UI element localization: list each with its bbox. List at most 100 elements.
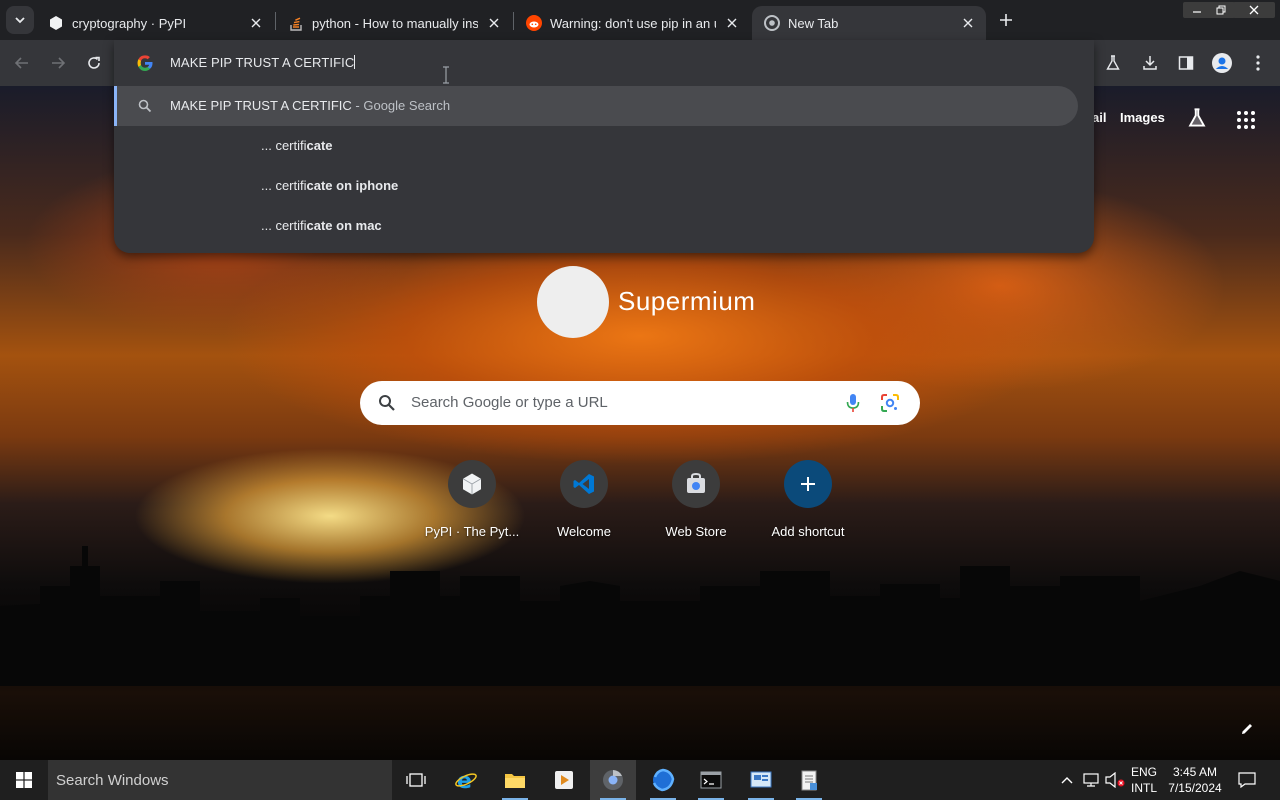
address-bar[interactable]: MAKE PIP TRUST A CERTIFIC	[114, 40, 1094, 86]
suggestion-item[interactable]: ... certificate on iphone	[114, 166, 1078, 206]
start-button[interactable]	[0, 760, 48, 800]
apps-grid-icon[interactable]	[1236, 110, 1256, 130]
labs-flask-icon[interactable]	[1187, 108, 1207, 128]
search-icon	[138, 99, 152, 113]
tab-new-tab[interactable]: New Tab	[752, 6, 986, 40]
city-skyline-silhouette	[0, 546, 1280, 686]
customize-button[interactable]	[1236, 718, 1258, 740]
taskbar: Search Windows e ENG INTL 3:45 AM 7/15/2…	[0, 760, 1280, 800]
search-placeholder: Search Google or type a URL	[411, 394, 608, 411]
close-icon	[1249, 5, 1259, 15]
tab-stackoverflow[interactable]: python - How to manually install	[276, 6, 512, 40]
vscode-icon	[573, 474, 594, 494]
taskbar-firefox[interactable]	[640, 760, 686, 800]
suggestion-completion: cate	[306, 138, 333, 153]
close-icon[interactable]	[960, 15, 976, 31]
close-icon[interactable]	[724, 15, 740, 31]
taskbar-control-panel[interactable]	[738, 760, 784, 800]
pypi-cube-icon	[48, 15, 64, 31]
taskbar-media-player[interactable]	[541, 760, 587, 800]
suggestion-prefix: ... certifi	[261, 218, 307, 233]
pypi-cube-icon	[462, 473, 482, 495]
task-view-button[interactable]	[393, 760, 439, 800]
tab-search-button[interactable]	[6, 6, 34, 34]
suggestion-search[interactable]: MAKE PIP TRUST A CERTIFIC - Google Searc…	[114, 86, 1078, 126]
show-hidden-icons-button[interactable]	[1058, 760, 1076, 800]
chevron-down-icon	[15, 17, 25, 24]
shortcut-tile	[784, 460, 832, 508]
gmail-link[interactable]: ail	[1092, 110, 1106, 125]
labs-button[interactable]	[1100, 50, 1126, 76]
browser-icon	[603, 770, 623, 790]
downloads-button[interactable]	[1137, 50, 1163, 76]
suggestion-completion: cate on mac	[306, 218, 382, 233]
shortcut-welcome[interactable]: Welcome	[528, 458, 640, 548]
restore-button[interactable]	[1207, 2, 1235, 18]
internet-explorer-icon: e	[455, 769, 477, 792]
forward-button[interactable]	[45, 50, 71, 76]
svg-text:e: e	[457, 769, 472, 792]
input-language[interactable]: ENG INTL	[1128, 764, 1160, 796]
taskbar-file-explorer[interactable]	[492, 760, 538, 800]
menu-button[interactable]	[1245, 50, 1271, 76]
close-icon[interactable]	[486, 15, 502, 31]
search-icon	[379, 395, 395, 411]
new-tab-button[interactable]	[994, 8, 1018, 32]
side-panel-icon	[1178, 56, 1194, 70]
taskbar-search[interactable]: Search Windows	[48, 760, 392, 800]
address-input[interactable]: MAKE PIP TRUST A CERTIFIC	[170, 55, 356, 70]
taskbar-notepad[interactable]	[786, 760, 832, 800]
avatar-icon	[1212, 53, 1232, 73]
side-panel-button[interactable]	[1173, 50, 1199, 76]
volume-status[interactable]	[1104, 760, 1126, 800]
media-player-icon	[555, 771, 573, 789]
taskbar-internet-explorer[interactable]: e	[443, 760, 489, 800]
reload-button[interactable]	[81, 50, 107, 76]
profile-button[interactable]	[1209, 50, 1235, 76]
download-icon	[1143, 56, 1157, 70]
network-status[interactable]	[1080, 760, 1102, 800]
shortcut-pypi[interactable]: PyPI · The Pyt...	[416, 458, 528, 548]
shortcut-label: Add shortcut	[771, 524, 845, 539]
back-button[interactable]	[9, 50, 35, 76]
pencil-icon	[1242, 724, 1252, 734]
suggestion-suffix: - Google Search	[351, 98, 451, 113]
taskbar-supermium[interactable]	[590, 760, 636, 800]
microphone-icon[interactable]	[846, 393, 860, 413]
text-caret	[354, 55, 356, 69]
taskbar-terminal[interactable]	[688, 760, 734, 800]
minimize-icon	[1193, 11, 1201, 13]
task-view-icon	[406, 773, 426, 787]
add-shortcut-button[interactable]: Add shortcut	[752, 458, 864, 548]
search-box[interactable]: Search Google or type a URL	[360, 381, 920, 425]
notification-icon	[1238, 772, 1256, 788]
chrome-icon	[764, 15, 780, 31]
shortcut-tile	[672, 460, 720, 508]
omnibox-dropdown: MAKE PIP TRUST A CERTIFIC MAKE PIP TRUST…	[114, 40, 1094, 253]
suggestion-item[interactable]: ... certificate on mac	[114, 206, 1078, 246]
suggestion-completion: cate on iphone	[306, 178, 399, 193]
shortcut-tile	[448, 460, 496, 508]
plus-icon	[801, 477, 815, 491]
action-center-button[interactable]	[1232, 760, 1262, 800]
google-lens-icon[interactable]	[880, 393, 900, 413]
clock[interactable]: 3:45 AM 7/15/2024	[1164, 764, 1226, 796]
clock-date: 7/15/2024	[1168, 781, 1222, 795]
tab-strip: cryptography · PyPI python - How to manu…	[0, 0, 1280, 40]
tab-title: python - How to manually install	[312, 15, 478, 31]
text-cursor-icon	[443, 66, 449, 84]
close-icon[interactable]	[248, 15, 264, 31]
suggestion-item[interactable]: ... certificate	[114, 126, 1078, 166]
images-link[interactable]: Images	[1120, 110, 1165, 125]
language-code: ENG	[1130, 765, 1157, 779]
tab-title: cryptography · PyPI	[72, 15, 187, 31]
suggestion-query: MAKE PIP TRUST A CERTIFIC	[170, 98, 352, 113]
close-window-button[interactable]	[1233, 2, 1275, 18]
stackoverflow-icon	[288, 15, 304, 31]
tab-reddit[interactable]: Warning: don't use pip in an un	[514, 6, 750, 40]
plus-icon	[1000, 14, 1012, 26]
terminal-icon	[700, 771, 722, 789]
tab-pypi[interactable]: cryptography · PyPI	[36, 6, 274, 40]
more-vertical-icon	[1256, 55, 1260, 71]
shortcut-web-store[interactable]: Web Store	[640, 458, 752, 548]
